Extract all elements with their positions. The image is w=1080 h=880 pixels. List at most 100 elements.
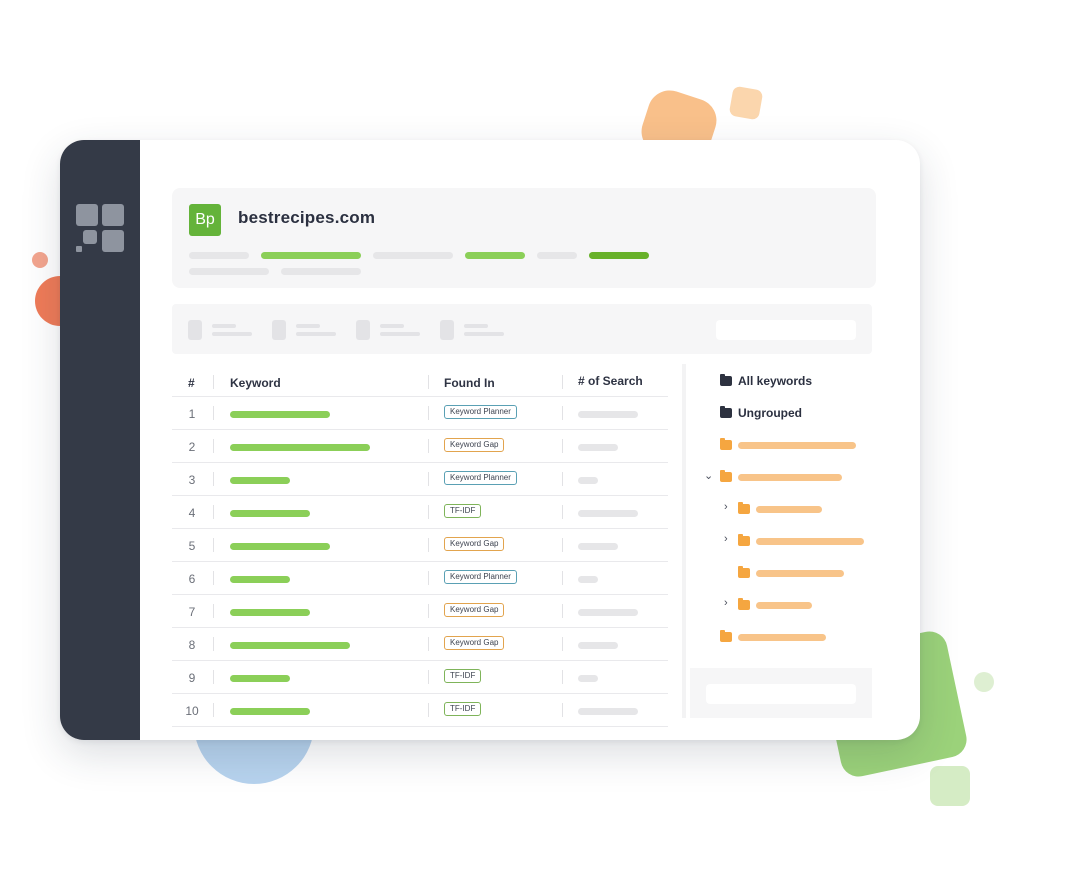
search-volume-placeholder (578, 543, 618, 550)
chevron-right-icon[interactable]: › (724, 533, 728, 545)
panel-divider[interactable] (682, 364, 686, 718)
found-in-tag: TF-IDF (444, 504, 482, 518)
header-stat-placeholder (589, 252, 649, 259)
table-row[interactable]: 10 TF-IDF (172, 694, 668, 727)
column-header-search-volume[interactable]: # of Search (578, 374, 643, 388)
keyword-placeholder (230, 543, 330, 550)
row-number: 9 (188, 671, 196, 685)
header-stat-placeholder (537, 252, 577, 259)
folder-icon (720, 470, 732, 482)
decorative-green-square (930, 766, 970, 806)
folder-group-expanded[interactable]: ⌄ (704, 470, 880, 486)
project-avatar: Bp (189, 204, 221, 236)
table-row[interactable]: 7 Keyword Gap (172, 595, 668, 628)
folder-group[interactable] (720, 438, 880, 454)
found-in-tag: TF-IDF (444, 702, 482, 716)
folder-name-placeholder (738, 634, 826, 641)
decorative-green-dot (974, 672, 994, 692)
folder-ungrouped[interactable]: Ungrouped (720, 406, 880, 422)
search-volume-placeholder (578, 708, 638, 715)
keywords-table: # Keyword Found In # of Search 1 Keyword… (172, 366, 668, 727)
search-volume-placeholder (578, 510, 638, 517)
chevron-right-icon[interactable]: › (724, 597, 728, 609)
header-stat-placeholder (189, 268, 269, 275)
column-header-keyword[interactable]: Keyword (230, 376, 281, 390)
table-row[interactable]: 3 Keyword Planner (172, 463, 668, 496)
folder-icon (738, 566, 750, 578)
folder-name-placeholder (756, 602, 812, 609)
keyword-placeholder (230, 609, 310, 616)
folder-all-keywords[interactable]: All keywords (720, 374, 880, 390)
search-volume-placeholder (578, 609, 638, 616)
folder-icon (720, 438, 732, 450)
column-header-found-in[interactable]: Found In (444, 376, 495, 390)
found-in-tag: Keyword Gap (444, 603, 505, 617)
table-row[interactable]: 1 Keyword Planner (172, 397, 668, 430)
found-in-tag: Keyword Planner (444, 405, 517, 419)
search-volume-placeholder (578, 477, 598, 484)
filter-toggle[interactable] (440, 320, 454, 340)
folder-icon (738, 598, 750, 610)
table-header: # Keyword Found In # of Search (172, 366, 668, 397)
project-title[interactable]: bestrecipes.com (238, 208, 375, 228)
keyword-placeholder (230, 708, 310, 715)
search-volume-placeholder (578, 642, 618, 649)
folder-icon (720, 630, 732, 642)
row-number: 5 (188, 539, 196, 553)
subfolder[interactable]: › (724, 597, 874, 614)
subfolder[interactable]: › (724, 501, 874, 518)
keyword-placeholder (230, 444, 370, 451)
found-in-tag: Keyword Planner (444, 570, 517, 584)
keyword-placeholder (230, 510, 310, 517)
table-row[interactable]: 5 Keyword Gap (172, 529, 668, 562)
chevron-down-icon[interactable]: ⌄ (704, 469, 713, 482)
row-number: 4 (188, 506, 196, 520)
filter-toggle[interactable] (188, 320, 202, 340)
row-number: 1 (188, 407, 196, 421)
folder-name-placeholder (756, 506, 822, 513)
search-volume-placeholder (578, 576, 598, 583)
header-stat-placeholder (189, 252, 249, 259)
folder-icon (720, 374, 732, 386)
keyword-placeholder (230, 411, 330, 418)
project-header: Bp bestrecipes.com (172, 188, 876, 288)
header-stat-placeholder (261, 252, 361, 259)
sidebar (60, 140, 140, 740)
found-in-tag: Keyword Gap (444, 636, 505, 650)
search-volume-placeholder (578, 411, 638, 418)
folder-icon (738, 534, 750, 546)
folder-group[interactable] (720, 630, 880, 646)
keyword-placeholder (230, 642, 350, 649)
table-row[interactable]: 8 Keyword Gap (172, 628, 668, 661)
decorative-orange-square (728, 85, 764, 121)
row-number: 3 (188, 473, 196, 487)
folder-label: All keywords (738, 374, 813, 388)
header-stat-placeholder (281, 268, 361, 275)
app-logo-icon[interactable] (76, 204, 124, 252)
decorative-red-dot (32, 252, 48, 268)
table-row[interactable]: 2 Keyword Gap (172, 430, 668, 463)
filter-toggle[interactable] (272, 320, 286, 340)
keyword-placeholder (230, 675, 290, 682)
table-row[interactable]: 6 Keyword Planner (172, 562, 668, 595)
keyword-placeholder (230, 576, 290, 583)
new-group-input[interactable] (706, 684, 856, 704)
table-row[interactable]: 9 TF-IDF (172, 661, 668, 694)
row-number: 6 (188, 572, 196, 586)
keyword-groups-panel: All keywords Ungrouped ⌄ › › › (690, 366, 890, 706)
search-volume-placeholder (578, 444, 618, 451)
folder-icon (720, 406, 732, 418)
chevron-right-icon[interactable]: › (724, 501, 728, 513)
keyword-placeholder (230, 477, 290, 484)
table-row[interactable]: 4 TF-IDF (172, 496, 668, 529)
search-input[interactable] (716, 320, 856, 340)
row-number: 10 (185, 704, 199, 718)
subfolder[interactable] (724, 566, 874, 582)
row-number: 8 (188, 638, 196, 652)
filter-toggle[interactable] (356, 320, 370, 340)
header-stat-placeholder (373, 252, 453, 259)
subfolder[interactable]: › (724, 533, 874, 550)
folder-icon (738, 502, 750, 514)
folder-name-placeholder (756, 538, 864, 545)
column-header-number[interactable]: # (188, 376, 195, 390)
